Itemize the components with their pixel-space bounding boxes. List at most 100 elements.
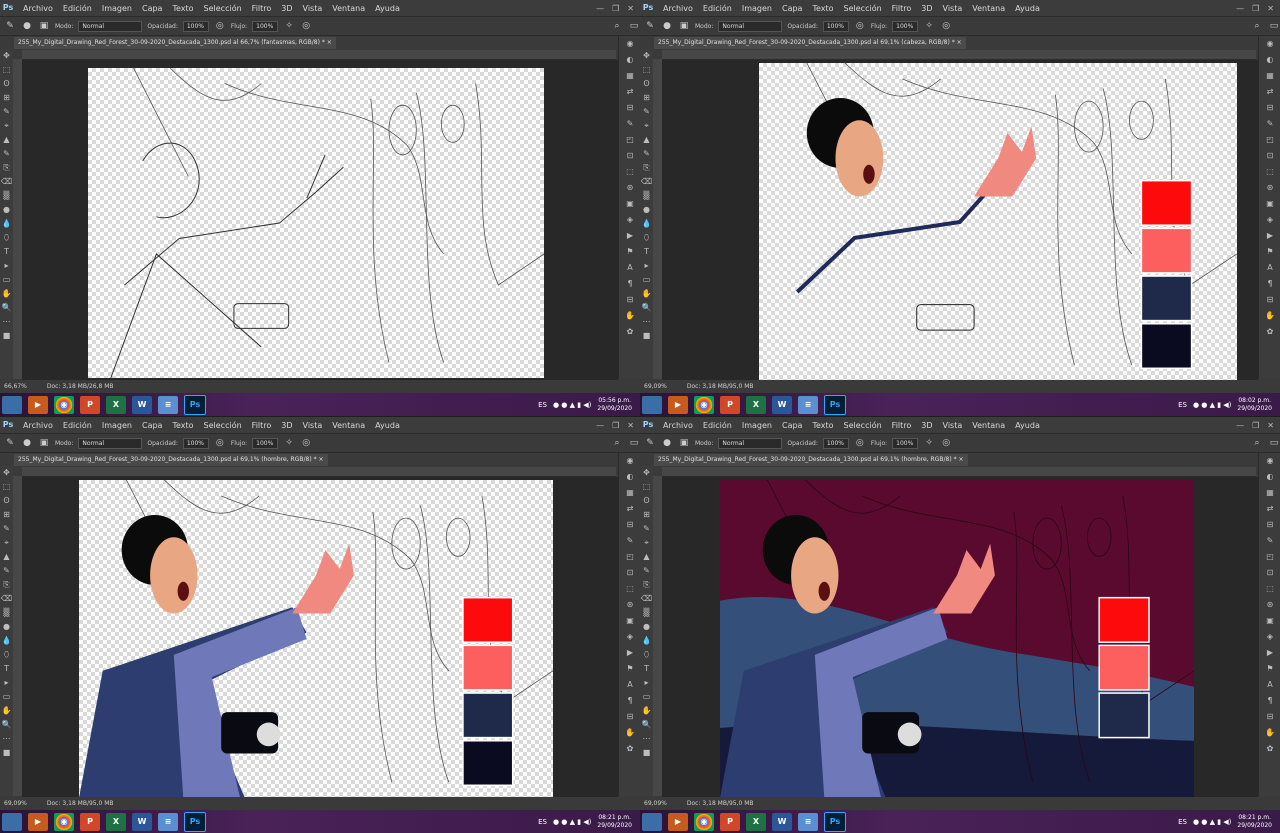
tool-icon[interactable]: ⋯ [0,315,13,329]
panel-icon[interactable]: ▦ [619,68,640,84]
menu-item[interactable]: Texto [167,421,198,430]
panel-icon[interactable]: ✎ [1259,533,1280,549]
tool-icon[interactable]: ⬯ [0,648,13,662]
tool-icon[interactable]: ■ [0,746,13,760]
brush-tool-icon[interactable]: ✎ [4,20,16,32]
panel-icon[interactable]: A [1259,260,1280,276]
menu-item[interactable]: Imagen [737,421,777,430]
panel-icon[interactable]: ✿ [619,324,640,340]
powerpoint-icon[interactable]: P [720,395,740,414]
menu-item[interactable]: Capa [137,4,167,13]
photoshop-icon[interactable]: Ps [184,394,206,415]
mode-select[interactable]: Normal [78,437,143,449]
flow-field[interactable]: 100% [892,437,919,449]
tool-icon[interactable]: ✋ [0,704,13,718]
menu-item[interactable]: Ventana [327,421,370,430]
notepad-icon[interactable]: ≡ [798,812,818,831]
maximize-icon[interactable]: ❐ [612,4,619,13]
menu-item[interactable]: Imagen [97,421,137,430]
media-player-icon[interactable]: ▶ [28,395,48,414]
panel-icon[interactable]: ✎ [1259,116,1280,132]
menu-item[interactable]: Edición [58,4,97,13]
panel-icon[interactable]: ⊟ [619,517,640,533]
tool-icon[interactable]: ⋯ [0,732,13,746]
airbrush-icon[interactable]: ✧ [283,20,295,32]
panel-icon[interactable]: ⊡ [1259,148,1280,164]
menu-item[interactable]: Imagen [97,4,137,13]
panel-icon[interactable]: ◈ [619,629,640,645]
menu-item[interactable]: Edición [58,421,97,430]
tool-icon[interactable]: ✥ [0,466,13,480]
panel-icon[interactable]: ⇄ [1259,84,1280,100]
tool-icon[interactable]: 🔍 [640,301,653,315]
menu-item[interactable]: Archivo [18,421,58,430]
tool-icon[interactable]: ⋯ [640,732,653,746]
menu-item[interactable]: Archivo [658,4,698,13]
menu-item[interactable]: Filtro [887,4,917,13]
brush-preset-icon[interactable]: ● [661,437,673,449]
photoshop-icon[interactable]: Ps [824,394,846,415]
tool-icon[interactable]: ✋ [640,704,653,718]
menu-item[interactable]: Ayuda [1010,4,1045,13]
tool-icon[interactable]: ʘ [640,494,653,508]
panel-icon[interactable]: ⚑ [1259,244,1280,260]
opacity-field[interactable]: 100% [182,437,209,449]
tool-icon[interactable]: ▸ [0,676,13,690]
brush-panel-icon[interactable]: ▣ [38,437,50,449]
tool-icon[interactable]: 💧 [640,634,653,648]
panel-icon[interactable]: A [619,260,640,276]
panel-icon[interactable]: ⇄ [619,501,640,517]
tool-icon[interactable]: ⌖ [640,536,653,550]
notepad-icon[interactable]: ≡ [158,395,178,414]
tool-icon[interactable]: T [0,662,13,676]
tool-icon[interactable]: ✎ [640,105,653,119]
panel-icon[interactable]: ⬚ [619,581,640,597]
menu-item[interactable]: Archivo [658,421,698,430]
media-player-icon[interactable]: ▶ [668,395,688,414]
panel-icon[interactable]: ✎ [619,116,640,132]
panel-icon[interactable]: ◐ [619,52,640,68]
pressure-size-icon[interactable]: ◎ [300,437,312,449]
menu-item[interactable]: Selección [839,421,887,430]
explorer-icon[interactable] [2,812,22,831]
panel-icon[interactable]: ⊟ [619,100,640,116]
tool-icon[interactable]: ⬯ [0,231,13,245]
close-tab-icon[interactable]: × [957,39,962,46]
brush-tool-icon[interactable]: ✎ [644,20,656,32]
panel-icon[interactable]: ⊟ [1259,100,1280,116]
zoom-level[interactable]: 69,09% [644,383,667,390]
menu-item[interactable]: Vista [938,421,968,430]
tool-icon[interactable]: ⬯ [640,231,653,245]
menu-item[interactable]: 3D [276,421,297,430]
panel-icon[interactable]: ▦ [1259,485,1280,501]
document-canvas[interactable] [720,480,1194,798]
tool-icon[interactable]: ▭ [0,690,13,704]
powerpoint-icon[interactable]: P [720,812,740,831]
panel-icon[interactable]: ▶ [619,228,640,244]
chrome-icon[interactable]: ◉ [54,395,74,414]
panel-icon[interactable]: ▶ [1259,228,1280,244]
menu-item[interactable]: Ventana [967,4,1010,13]
zoom-level[interactable]: 66,67% [4,383,27,390]
tool-icon[interactable]: ⬚ [0,63,13,77]
menu-item[interactable]: Texto [167,4,198,13]
tool-icon[interactable]: ✎ [0,105,13,119]
brush-tool-icon[interactable]: ✎ [644,437,656,449]
pressure-size-icon[interactable]: ◎ [940,437,952,449]
panel-icon[interactable]: ⊡ [1259,565,1280,581]
flow-field[interactable]: 100% [892,20,919,32]
tool-icon[interactable]: ▸ [640,259,653,273]
panel-icon[interactable]: ¶ [1259,276,1280,292]
workspace-icon[interactable]: ▭ [1268,437,1280,449]
document-tab[interactable]: 255_My_Digital_Drawing_Red_Forest_30-09-… [14,454,328,466]
panel-icon[interactable]: ▣ [1259,196,1280,212]
panel-icon[interactable]: A [619,677,640,693]
brush-preset-icon[interactable]: ● [21,20,33,32]
tool-icon[interactable]: 🔍 [0,718,13,732]
media-player-icon[interactable]: ▶ [28,812,48,831]
language-indicator[interactable]: ES [538,818,547,826]
panel-icon[interactable]: ▶ [1259,645,1280,661]
chrome-icon[interactable]: ◉ [694,812,714,831]
maximize-icon[interactable]: ❐ [612,421,619,430]
panel-icon[interactable]: ¶ [1259,693,1280,709]
